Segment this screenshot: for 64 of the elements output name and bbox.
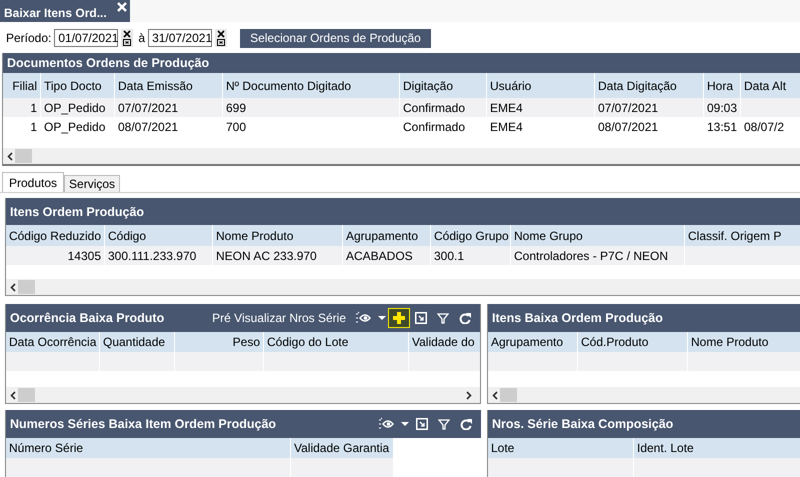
window-icon	[415, 312, 427, 324]
table-row[interactable]: 14305 300.111.233.970 NEON AC 233.970 ACABADOS 300.1 Controladores - P7C / NEON	[6, 246, 800, 265]
clear-date-button[interactable]	[121, 29, 134, 47]
table-row[interactable]: 1 OP_Pedido 07/07/2021 699 Confirmado EME4 07/07/2021 09:03	[3, 98, 800, 117]
horizontal-scrollbar[interactable]	[3, 148, 800, 164]
eye-icon	[379, 417, 395, 431]
caret-icon	[378, 315, 386, 321]
clear-date-button[interactable]	[215, 29, 228, 47]
clear-date-icon	[122, 30, 132, 46]
table-cell-text: 08/07/2	[743, 118, 786, 136]
table-cell: 300.111.233.970	[105, 246, 213, 265]
document-tab[interactable]: Baixar Itens Ord...	[0, 0, 130, 22]
horizontal-scrollbar[interactable]	[488, 387, 800, 403]
panel-title: Ocorrência Baixa Produto	[10, 311, 166, 325]
table-cell: 08/07/2021	[595, 117, 704, 136]
column-header[interactable]: Classif. Origem P	[685, 225, 800, 246]
panel-title: Itens Ordem Produção	[10, 204, 146, 218]
close-button[interactable]	[116, 2, 127, 12]
table-cell: Confirmado	[400, 117, 487, 136]
horizontal-scrollbar[interactable]	[6, 279, 800, 295]
panel-title: Nros. Série Baixa Composição	[492, 417, 674, 431]
table-cell: ACABADOS	[343, 246, 431, 265]
horizontal-scrollbar[interactable]	[6, 387, 480, 403]
caret-icon	[401, 421, 409, 427]
select-orders-button[interactable]: Selecionar Ordens de Produção	[240, 28, 431, 48]
separator-label: à	[138, 31, 146, 45]
close-icon	[116, 2, 127, 12]
refresh-icon	[459, 312, 471, 324]
refresh-icon	[460, 418, 472, 430]
panel-title: Documentos Ordens de Produção	[7, 56, 210, 70]
table-cell: NEON AC 233.970	[213, 246, 343, 265]
plus-icon	[393, 312, 405, 324]
window-icon	[416, 418, 428, 430]
table-cell: OP_Pedido	[41, 117, 115, 136]
column-header[interactable]: Validade do	[409, 332, 480, 352]
panel-title: Itens Baixa Ordem Produção	[492, 311, 664, 325]
scrollbar-thumb[interactable]	[18, 388, 35, 402]
column-header[interactable]: Data Alt	[741, 73, 800, 98]
scrollbar-thumb[interactable]	[18, 280, 35, 294]
table-cell: 1	[3, 117, 41, 136]
tab[interactable]: Produtos	[2, 172, 64, 192]
table-cell: 13:51	[704, 117, 741, 136]
table-cell: Controladores - P7C / NEON	[511, 246, 685, 265]
column-header[interactable]: Nome Produto	[688, 332, 800, 352]
column-header[interactable]: Ident. Lote	[634, 438, 800, 458]
filter-icon	[438, 418, 450, 430]
filter-icon	[437, 312, 449, 324]
clear-date-icon	[216, 30, 226, 46]
table-cell: 08/07/2021	[115, 117, 223, 136]
scrollbar-thumb[interactable]	[15, 149, 32, 163]
table-cell: EME4	[487, 117, 595, 136]
document-tab-title: Baixar Itens Ord...	[4, 6, 107, 20]
panel-title: Numeros Séries Baixa Item Ordem Produção	[10, 417, 278, 431]
table-cell: 14305	[6, 246, 105, 265]
date-field[interactable]: 01/07/2021	[54, 29, 118, 47]
period-label: Período:	[6, 31, 52, 45]
date-field[interactable]: 31/07/2021	[148, 29, 212, 47]
tab[interactable]: Serviços	[64, 175, 120, 192]
table-cell: 300.1	[431, 246, 511, 265]
preview-serials-link[interactable]: Pré Visualizar Nros Série	[212, 311, 346, 325]
eye-icon	[356, 311, 372, 325]
toolbar-button[interactable]	[388, 308, 410, 328]
scrollbar-thumb[interactable]	[500, 388, 517, 402]
table-cell: 700	[223, 117, 400, 136]
